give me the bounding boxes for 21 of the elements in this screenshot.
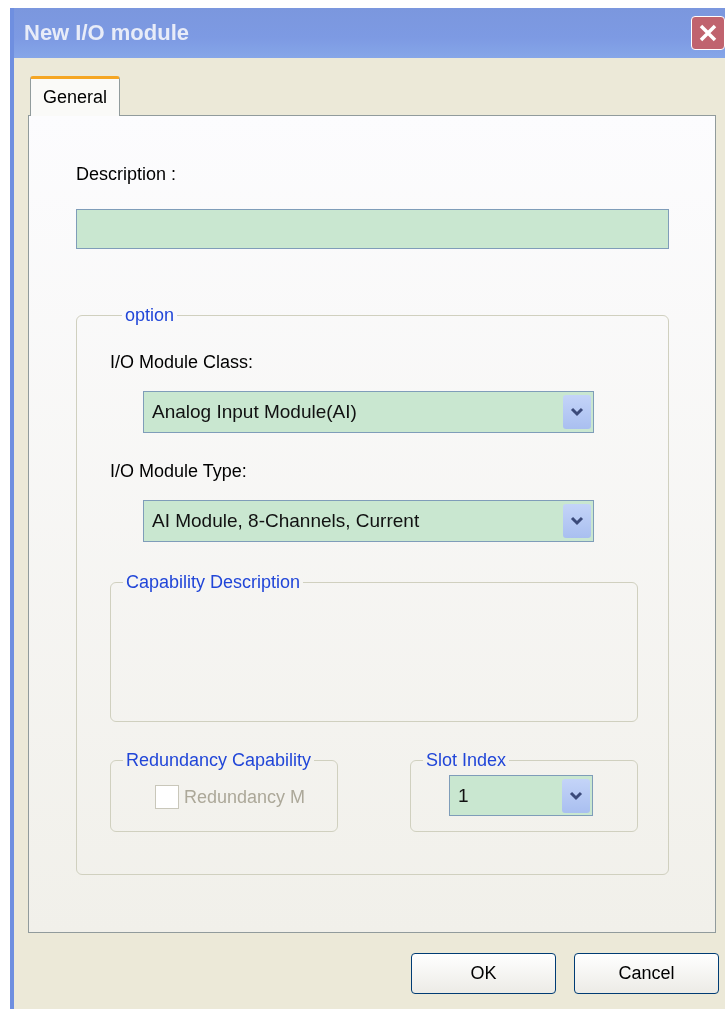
close-button[interactable] [691, 16, 725, 50]
group-legend: Slot Index [423, 750, 510, 771]
group-legend: option [122, 305, 178, 326]
dialog-button[interactable]: OK [411, 953, 556, 994]
description-field[interactable] [76, 209, 669, 249]
field-label: I/O Module Class: [110, 352, 254, 373]
module-class-dropdown[interactable]: Analog Input Module(AI) [143, 391, 594, 433]
field-label: I/O Module Type: [110, 461, 247, 482]
dialog-button[interactable]: Cancel [574, 953, 719, 994]
slot-index-dropdown[interactable]: 1 [449, 775, 593, 816]
module-type-dropdown[interactable]: AI Module, 8-Channels, Current [143, 500, 594, 542]
group-legend: Redundancy Capability [123, 750, 315, 771]
field-label: Description : [76, 164, 177, 185]
chevron-down-icon [570, 516, 584, 526]
close-icon [697, 22, 719, 44]
chevron-down-icon [570, 407, 584, 417]
window-title: New I/O module [24, 20, 190, 46]
chevron-down-icon [569, 790, 583, 801]
tab[interactable]: General [30, 76, 121, 116]
group-legend: Capability Description [123, 572, 304, 593]
checkbox-label: Redundancy M [184, 786, 306, 808]
